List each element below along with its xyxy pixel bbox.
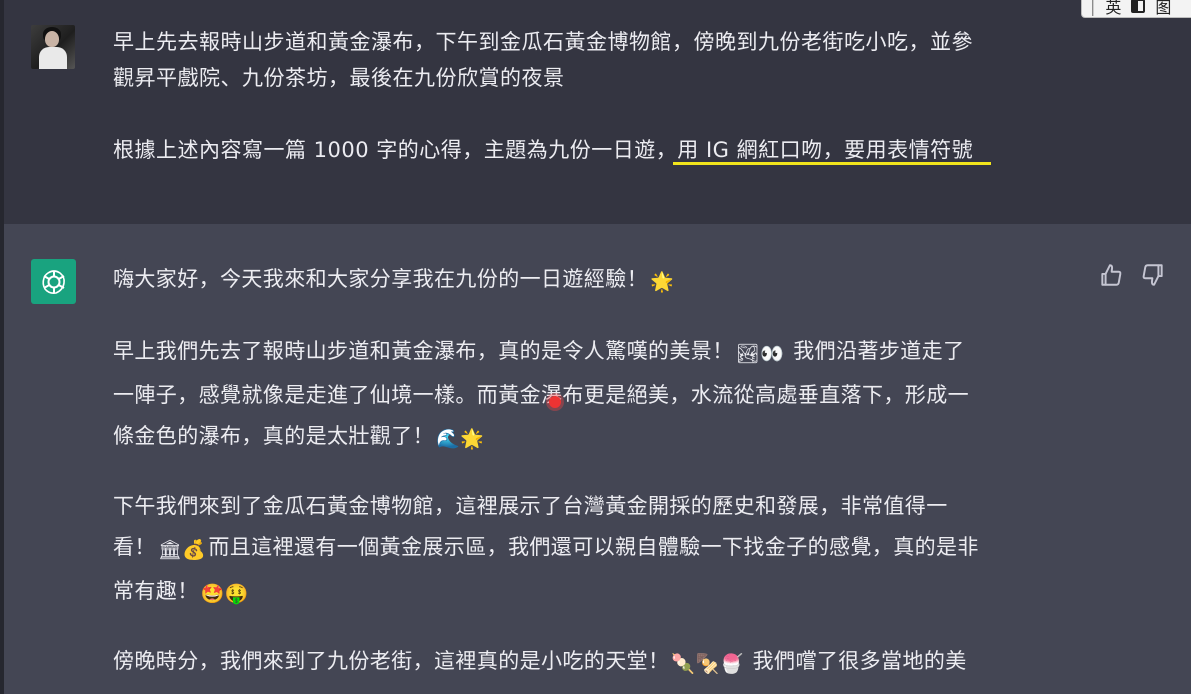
ime-extra-label[interactable]: 图 bbox=[1155, 0, 1171, 18]
assistant-paragraph: 早上我們先去了報時山步道和黃金瀑布，真的是令人驚嘆的美景！ 🏞👀 我們沿著步道走了… bbox=[113, 331, 969, 460]
assistant-text: 我們沿著步道走了 bbox=[793, 339, 965, 363]
scenery-eyes-emoji-icon: 🏞👀 bbox=[735, 343, 785, 365]
assistant-line: 下午我們來到了金瓜石黃金博物館，這裡展示了台灣黃金開採的歷史和發展，非常值得一 bbox=[113, 494, 948, 518]
window-edge bbox=[0, 0, 4, 694]
ime-mode-icon[interactable] bbox=[1131, 0, 1146, 13]
chat-window: 早上先去報時山步道和黃金瀑布，下午到金瓜石黃金博物館，傍晚到九份老街吃小吃，並參… bbox=[0, 0, 1191, 694]
assistant-paragraph: 嗨大家好，今天我來和大家分享我在九份的一日遊經驗！ 🌟 bbox=[113, 259, 676, 303]
assistant-paragraph: 傍晚時分，我們來到了九份老街，這裡真的是小吃的天堂！ 🍡🍢🍧 我們嚐了很多當地的美 bbox=[113, 641, 967, 685]
openai-logo-icon bbox=[31, 259, 76, 304]
thumbs-up-icon bbox=[1101, 264, 1122, 286]
thumbs-down-icon bbox=[1142, 264, 1163, 286]
toolbar-separator: | bbox=[1090, 0, 1096, 16]
user-prompt-text: 根據上述內容寫一篇 1000 字的心得，主題為九份一日遊， bbox=[113, 138, 678, 162]
user-avatar bbox=[31, 25, 75, 69]
assistant-text: 而且這裡還有一個黃金展示區，我們還可以親自體驗一下找金子的感覺，真的是非 bbox=[208, 535, 979, 559]
user-prompt-line: 觀昇平戲院、九份茶坊，最後在九份欣賞的夜景 bbox=[113, 66, 565, 90]
wave-star-emoji-icon: 🌊🌟 bbox=[436, 428, 485, 450]
assistant-text: 傍晚時分，我們來到了九份老街，這裡真的是小吃的天堂！ bbox=[113, 649, 670, 673]
museum-moneybag-emoji-icon: 🏛💰 bbox=[157, 539, 207, 561]
user-message-block: 早上先去報時山步道和黃金瀑布，下午到金瓜石黃金博物館，傍晚到九份老街吃小吃，並參… bbox=[0, 0, 1191, 224]
star-emoji-icon: 🌟 bbox=[650, 271, 675, 293]
food-emoji-icon: 🍡🍢🍧 bbox=[671, 653, 744, 675]
user-prompt-paragraph-1: 早上先去報時山步道和黃金瀑布，下午到金瓜石黃金博物館，傍晚到九份老街吃小吃，並參… bbox=[113, 24, 973, 96]
assistant-line: 常有趣！ 🤩🤑 bbox=[113, 571, 979, 615]
assistant-line: 看！ 🏛💰而且這裡還有一個黃金展示區，我們還可以親自體驗一下找金子的感覺，真的是非 bbox=[113, 527, 979, 571]
assistant-text: 看！ bbox=[113, 535, 156, 559]
assistant-text: 我們嚐了很多當地的美 bbox=[752, 649, 967, 673]
highlighted-prompt-text: 用 IG 網紅口吻，要用表情符號 bbox=[677, 138, 974, 162]
ime-toolbar[interactable]: | 英 图 bbox=[1081, 0, 1191, 18]
assistant-text: 常有趣！ bbox=[113, 579, 199, 603]
ime-language-label[interactable]: 英 bbox=[1105, 0, 1121, 18]
starstruck-money-face-emoji-icon: 🤩🤑 bbox=[200, 583, 249, 605]
user-prompt-line: 早上先去報時山步道和黃金瀑布，下午到金瓜石黃金博物館，傍晚到九份老街吃小吃，並參 bbox=[113, 30, 973, 54]
assistant-line: 條金色的瀑布，真的是太壯觀了！ 🌊🌟 bbox=[113, 416, 969, 460]
assistant-text: 條金色的瀑布，真的是太壯觀了！ bbox=[113, 424, 434, 448]
assistant-text: 嗨大家好，今天我來和大家分享我在九份的一日遊經驗！ bbox=[113, 267, 648, 291]
pointer-cursor bbox=[549, 396, 561, 408]
assistant-line: 一陣子，感覺就像是走進了仙境一樣。而黃金瀑布更是絕美，水流從高處垂直落下，形成一 bbox=[113, 383, 969, 407]
assistant-line: 早上我們先去了報時山步道和黃金瀑布，真的是令人驚嘆的美景！ 🏞👀 我們沿著步道走了 bbox=[113, 331, 969, 375]
thumbs-down-button[interactable] bbox=[1140, 262, 1166, 288]
assistant-line: 傍晚時分，我們來到了九份老街，這裡真的是小吃的天堂！ 🍡🍢🍧 我們嚐了很多當地的美 bbox=[113, 641, 967, 685]
user-prompt-paragraph-2: 根據上述內容寫一篇 1000 字的心得，主題為九份一日遊，用 IG 網紅口吻，要… bbox=[113, 132, 973, 168]
assistant-paragraph: 下午我們來到了金瓜石黃金博物館，這裡展示了台灣黃金開採的歷史和發展，非常值得一 … bbox=[113, 486, 979, 615]
assistant-text: 早上我們先去了報時山步道和黃金瀑布，真的是令人驚嘆的美景！ bbox=[113, 339, 734, 363]
thumbs-up-button[interactable] bbox=[1098, 262, 1124, 288]
